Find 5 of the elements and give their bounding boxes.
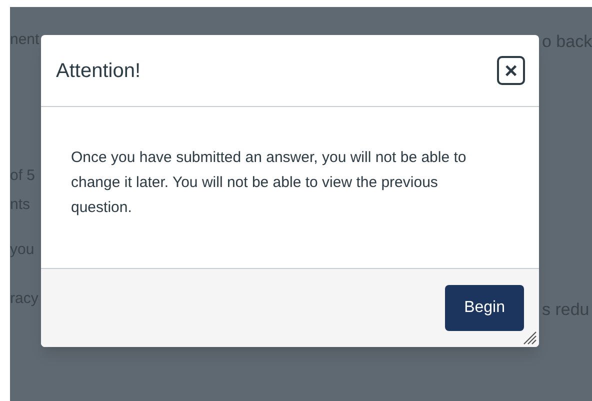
close-button[interactable]: × [497,56,525,85]
resize-grip-icon[interactable] [523,331,537,345]
dialog-title: Attention! [56,58,141,84]
dialog-message: Once you have submitted an answer, you will not be able to change it later. You will not be able to view the previous question. [71,148,468,218]
begin-button[interactable]: Begin [445,285,524,331]
